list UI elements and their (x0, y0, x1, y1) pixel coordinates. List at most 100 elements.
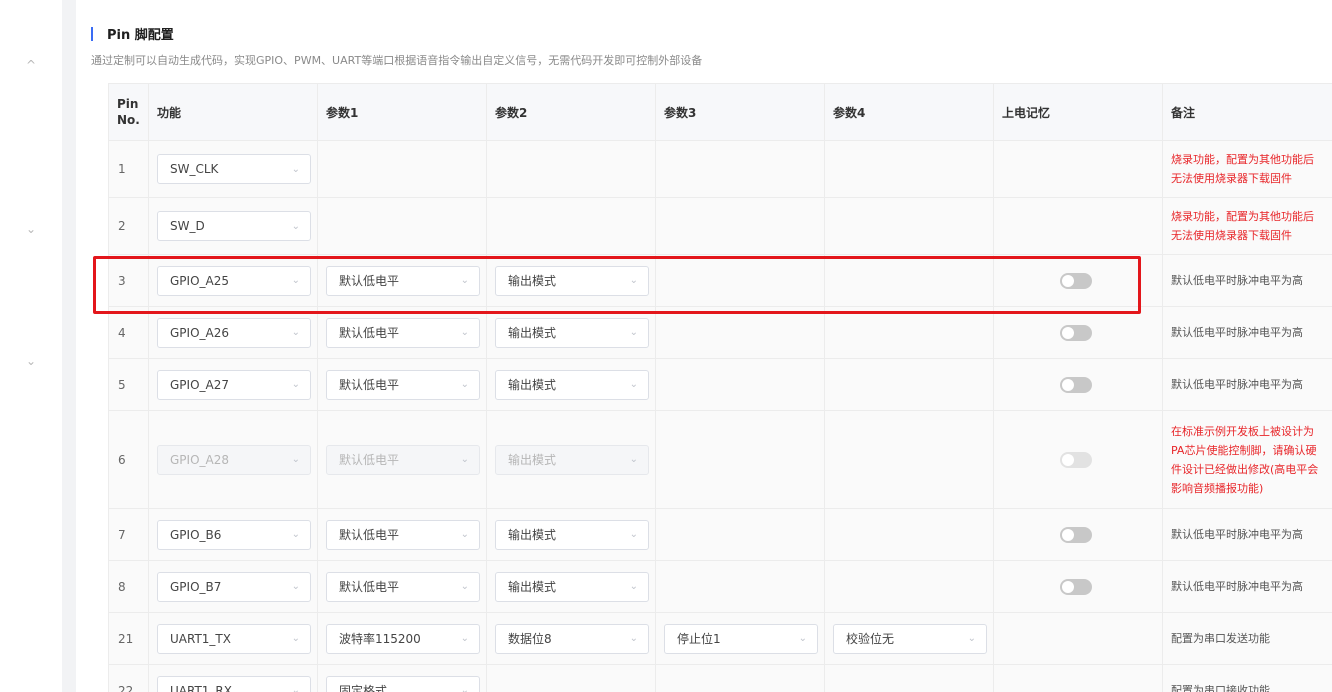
param1-select[interactable]: 默认低电平 ⌄ (326, 369, 480, 400)
table-row: 21 UART1_TX ⌄ 波特率115200 ⌄ 数据位8 ⌄ 停止位1 ⌄ 校验位无 ⌄ 配置为串… (108, 612, 1332, 665)
remark-cell: 默认低电平时脉冲电平为高 (1162, 508, 1332, 561)
power-memory-cell (993, 254, 1163, 307)
chevron-down-icon[interactable]: ⌄ (26, 354, 36, 368)
param1-select-cell: 默认低电平 ⌄ (317, 254, 487, 307)
remark-text: 烧录功能，配置为其他功能后无法使用烧录器下载固件 (1171, 153, 1314, 185)
param4-select-cell (824, 410, 994, 509)
power-memory-toggle[interactable] (1060, 272, 1092, 289)
header-pin-no: Pin No. (108, 83, 149, 141)
function-select[interactable]: UART1_TX ⌄ (157, 623, 311, 654)
chevron-down-icon: ⌄ (629, 581, 638, 592)
function-select[interactable]: UART1_RX ⌄ (157, 675, 311, 692)
function-select[interactable]: SW_CLK ⌄ (157, 154, 311, 184)
remark-cell: 在标准示例开发板上被设计为PA芯片使能控制脚，请确认硬件设计已经做出修改(高电平… (1162, 410, 1332, 509)
chevron-down-icon: ⌄ (460, 275, 469, 286)
param1-select[interactable]: 默认低电平 ⌄ (326, 317, 480, 348)
param4-select-cell (824, 358, 994, 411)
param4-select-cell (824, 140, 994, 198)
param4-select-cell (824, 508, 994, 561)
remark-text: 烧录功能，配置为其他功能后无法使用烧录器下载固件 (1171, 210, 1314, 242)
param1-select[interactable]: 固定格式 ⌄ (326, 675, 480, 692)
chevron-down-icon: ⌄ (798, 633, 807, 644)
power-memory-toggle[interactable] (1060, 376, 1092, 393)
function-select-value: UART1_TX (170, 631, 231, 646)
power-memory-toggle (1060, 451, 1092, 468)
remark-cell: 配置为串口发送功能 (1162, 612, 1332, 665)
pin-number: 1 (108, 140, 149, 198)
param1-select[interactable]: 默认低电平 ⌄ (326, 265, 480, 296)
param2-select[interactable]: 输出模式 ⌄ (495, 265, 649, 296)
table-row: 3 GPIO_A25 ⌄ 默认低电平 ⌄ 输出模式 ⌄ 默认低电平时脉冲电平为高 (108, 254, 1332, 307)
param3-select-cell (655, 664, 825, 692)
param1-select-cell: 默认低电平 ⌄ (317, 410, 487, 509)
param2-select[interactable]: 输出模式 ⌄ (495, 317, 649, 348)
header-function: 功能 (148, 83, 318, 141)
function-select[interactable]: GPIO_A27 ⌄ (157, 369, 311, 400)
param2-select[interactable]: 数据位8 ⌄ (495, 623, 649, 654)
function-select[interactable]: GPIO_B6 ⌄ (157, 519, 311, 550)
remark-text: 默认低电平时脉冲电平为高 (1171, 274, 1303, 287)
param1-select[interactable]: 波特率115200 ⌄ (326, 623, 480, 654)
param2-select-value: 输出模式 (508, 453, 557, 467)
param1-select-value: 默认低电平 (339, 326, 400, 340)
power-memory-toggle[interactable] (1060, 526, 1092, 543)
function-select[interactable]: GPIO_B7 ⌄ (157, 571, 311, 602)
param1-select[interactable]: 默认低电平 ⌄ (326, 519, 480, 550)
pin-number: 8 (108, 560, 149, 613)
param2-select[interactable]: 输出模式 ⌄ (495, 519, 649, 550)
param1-select-cell: 默认低电平 ⌄ (317, 306, 487, 359)
param1-select-value: 固定格式 (339, 684, 388, 692)
chevron-down-icon: ⌄ (460, 633, 469, 644)
param1-select-cell: 默认低电平 ⌄ (317, 358, 487, 411)
function-select-cell: UART1_RX ⌄ (148, 664, 318, 692)
power-memory-cell (993, 197, 1163, 255)
power-memory-toggle[interactable] (1060, 578, 1092, 595)
function-select-value: SW_D (170, 219, 205, 233)
param2-select-cell: 输出模式 ⌄ (486, 410, 656, 509)
param4-select[interactable]: 校验位无 ⌄ (833, 623, 987, 654)
header-param1: 参数1 (317, 83, 487, 141)
param1-select: 默认低电平 ⌄ (326, 444, 480, 475)
param2-select-value: 输出模式 (508, 274, 557, 288)
param1-select[interactable]: 默认低电平 ⌄ (326, 571, 480, 602)
function-select[interactable]: GPIO_A25 ⌄ (157, 265, 311, 296)
function-select[interactable]: GPIO_A26 ⌄ (157, 317, 311, 348)
param2-select[interactable]: 输出模式 ⌄ (495, 571, 649, 602)
header-remarks: 备注 (1162, 83, 1332, 141)
chevron-down-icon: ⌄ (460, 685, 469, 692)
power-memory-toggle[interactable] (1060, 324, 1092, 341)
param4-select-value: 校验位无 (846, 632, 895, 646)
param1-select-value: 默认低电平 (339, 274, 400, 288)
function-select-cell: SW_D ⌄ (148, 197, 318, 255)
chevron-down-icon[interactable]: ⌄ (26, 222, 36, 236)
pin-number: 6 (108, 410, 149, 509)
table-row: 7 GPIO_B6 ⌄ 默认低电平 ⌄ 输出模式 ⌄ 默认低电平时脉冲电平为高 (108, 508, 1332, 561)
param2-select-cell (486, 664, 656, 692)
gutter-divider (62, 0, 76, 692)
remark-cell: 配置为串口接收功能 (1162, 664, 1332, 692)
chevron-down-icon: ⌄ (629, 633, 638, 644)
function-select[interactable]: SW_D ⌄ (157, 211, 311, 241)
chevron-down-icon: ⌄ (460, 454, 469, 465)
chevron-up-icon[interactable]: ^ (26, 58, 36, 72)
function-select-cell: GPIO_A25 ⌄ (148, 254, 318, 307)
param1-select-cell (317, 140, 487, 198)
param1-select-value: 默认低电平 (339, 580, 400, 594)
function-select-cell: SW_CLK ⌄ (148, 140, 318, 198)
function-select-value: GPIO_A25 (170, 273, 229, 288)
param2-select[interactable]: 输出模式 ⌄ (495, 369, 649, 400)
table-row: 6 GPIO_A28 ⌄ 默认低电平 ⌄ 输出模式 ⌄ 在标准示例开发板上被设计为PA芯片使能… (108, 410, 1332, 509)
table-row: 4 GPIO_A26 ⌄ 默认低电平 ⌄ 输出模式 ⌄ 默认低电平时脉冲电平为高 (108, 306, 1332, 359)
param3-select-cell (655, 560, 825, 613)
header-power-memory: 上电记忆 (993, 83, 1163, 141)
power-memory-cell (993, 508, 1163, 561)
table-row: 2 SW_D ⌄ 烧录功能，配置为其他功能后无法使用烧录器下载固件 (108, 197, 1332, 255)
remark-cell: 默认低电平时脉冲电平为高 (1162, 560, 1332, 613)
param3-select-cell (655, 306, 825, 359)
table-row: 5 GPIO_A27 ⌄ 默认低电平 ⌄ 输出模式 ⌄ 默认低电平时脉冲电平为高 (108, 358, 1332, 411)
chevron-down-icon: ⌄ (291, 275, 300, 286)
chevron-down-icon: ⌄ (967, 633, 976, 644)
function-select-value: SW_CLK (170, 162, 219, 176)
remark-cell: 烧录功能，配置为其他功能后无法使用烧录器下载固件 (1162, 197, 1332, 255)
param3-select[interactable]: 停止位1 ⌄ (664, 623, 818, 654)
